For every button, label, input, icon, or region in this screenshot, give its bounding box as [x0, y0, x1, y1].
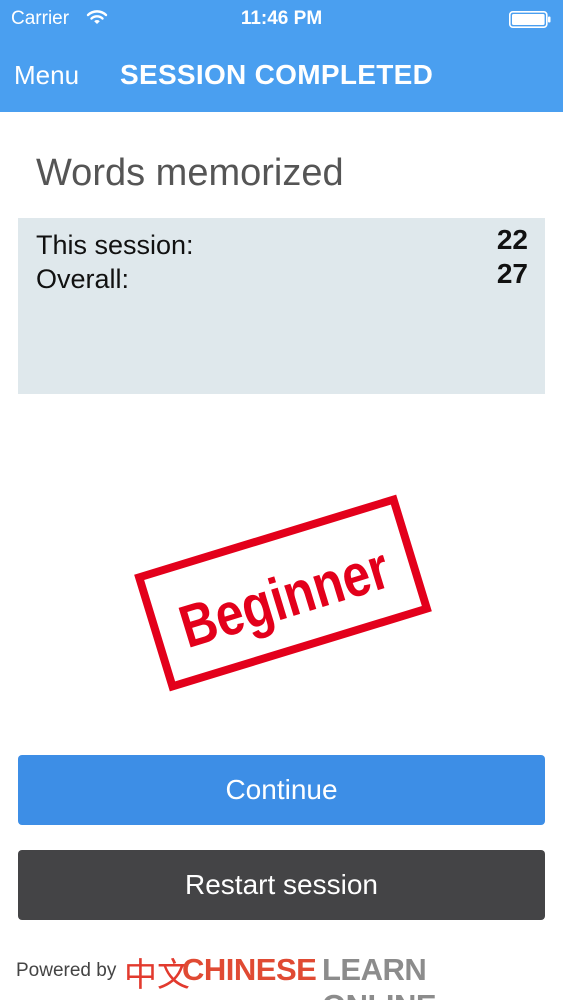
- brand-logo-primary: CHINESE: [182, 952, 317, 987]
- stat-row-overall: Overall: 27: [36, 258, 528, 296]
- menu-button[interactable]: Menu: [14, 60, 79, 91]
- stamp-graphic: Beginner: [134, 494, 432, 692]
- restart-session-button[interactable]: Restart session: [18, 850, 545, 920]
- battery-icon: [509, 11, 551, 28]
- footer: Powered by 中文 CHINESE LEARN ONLINE: [16, 946, 547, 1000]
- continue-button[interactable]: Continue: [18, 755, 545, 825]
- header: Carrier 11:46 PM Menu SESSION COMPLETED: [0, 0, 563, 112]
- brand-logo-secondary: LEARN ONLINE: [322, 952, 437, 1000]
- powered-by-label: Powered by: [16, 960, 117, 981]
- stat-label: This session:: [36, 230, 194, 260]
- stat-value: 22: [496, 224, 528, 255]
- nav-bar: Menu SESSION COMPLETED: [0, 40, 563, 112]
- stat-row-session: This session: 22: [36, 224, 528, 262]
- brand-logo-cjk: 中文: [124, 955, 190, 994]
- page-title: SESSION COMPLETED: [120, 59, 434, 90]
- level-stamp: Beginner: [128, 478, 438, 708]
- section-title: Words memorized: [36, 152, 344, 194]
- stamp-text: Beginner: [172, 534, 397, 661]
- clock: 11:46 PM: [240, 8, 323, 29]
- status-bar: Carrier 11:46 PM: [0, 0, 563, 40]
- stat-value: 27: [496, 258, 528, 289]
- stats-panel: This session: 22 Overall: 27: [18, 218, 545, 394]
- session-completed-screen: Carrier 11:46 PM Menu SESSION COMPLETED …: [0, 0, 563, 1000]
- stat-label: Overall:: [36, 264, 130, 294]
